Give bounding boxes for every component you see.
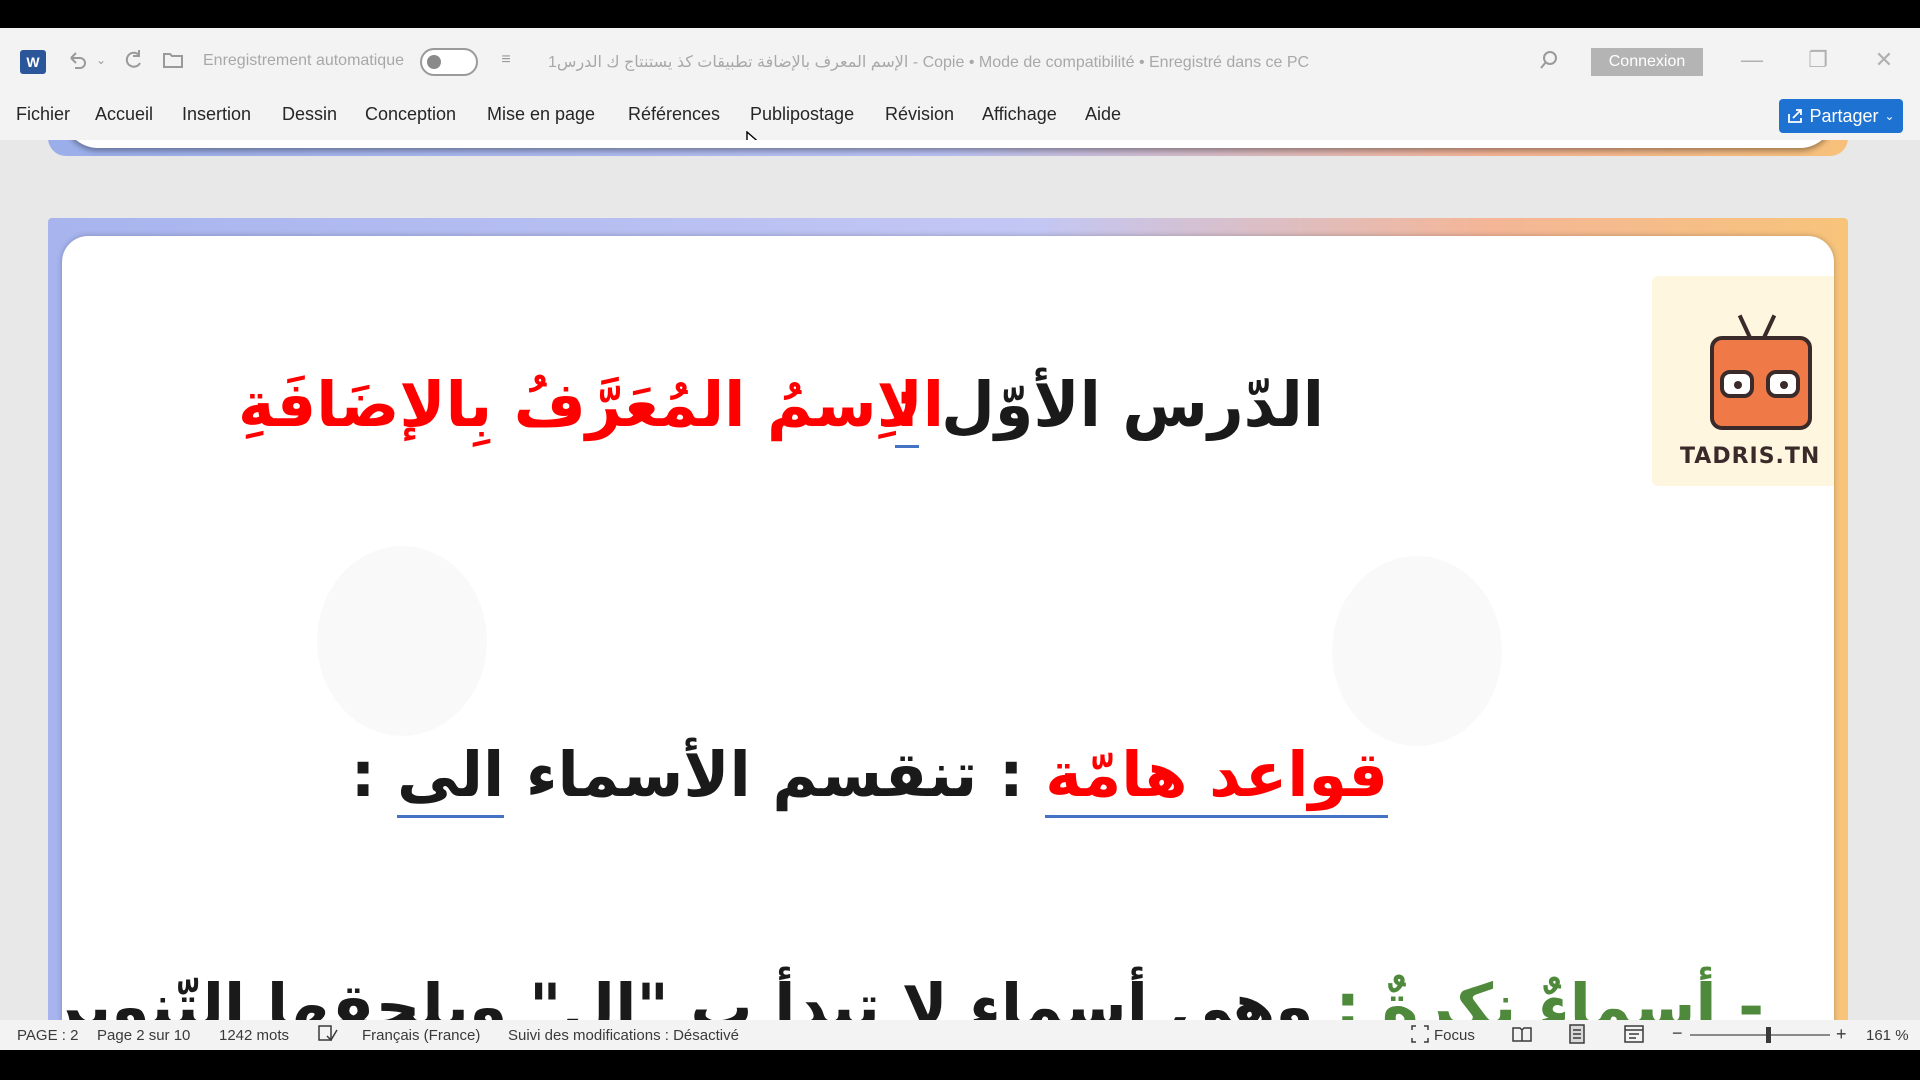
- definition-rest: ويلحقها التّنوين في: [62, 970, 508, 1021]
- tab-insertion[interactable]: Insertion: [182, 104, 251, 125]
- minimize-icon[interactable]: —: [1729, 44, 1775, 76]
- chevron-down-icon[interactable]: ⌄: [1884, 109, 1894, 123]
- al-quote: "ال": [529, 970, 669, 1020]
- restore-icon[interactable]: ❐: [1795, 44, 1841, 76]
- logo-eye: [1720, 370, 1754, 398]
- autosave-label: Enregistrement automatique: [203, 52, 404, 69]
- share-icon: [1788, 109, 1803, 123]
- close-icon[interactable]: ✕: [1861, 44, 1907, 76]
- web-layout-icon[interactable]: [1624, 1025, 1644, 1047]
- rules-to: الى: [396, 738, 505, 818]
- rules-colon-end: :: [350, 738, 376, 811]
- watermark-shape: [1332, 556, 1502, 746]
- search-icon[interactable]: [1536, 48, 1562, 72]
- title-bar: W ⌄ Enregistrement automatique ≡ الإسم ا…: [0, 28, 1920, 94]
- status-bar: PAGE : 2 Page 2 sur 10 1242 mots Françai…: [0, 1020, 1920, 1050]
- autosave-toggle[interactable]: [420, 48, 478, 76]
- page-count[interactable]: Page 2 sur 10: [97, 1027, 190, 1044]
- logo-tv-icon: [1710, 336, 1812, 430]
- lesson-title: الاِسمُ المُعَرَّفُ بِالإضَافَةِ: [238, 368, 944, 441]
- focus-icon[interactable]: [1411, 1025, 1429, 1047]
- tab-publipostage[interactable]: Publipostage: [750, 104, 854, 125]
- word-window: W ⌄ Enregistrement automatique ≡ الإسم ا…: [0, 28, 1920, 1050]
- rules-colon: :: [998, 738, 1024, 811]
- tab-dessin[interactable]: Dessin: [282, 104, 337, 125]
- lesson-prefix: الدّرس الأوّل: [941, 368, 1324, 441]
- document-title: الإسم المعرف بالإضافة تطبيقات كذ يستنتاج…: [548, 54, 1310, 71]
- share-label: Partager: [1809, 105, 1879, 126]
- tab-affichage[interactable]: Affichage: [982, 104, 1057, 125]
- tab-conception[interactable]: Conception: [365, 104, 456, 125]
- logo-text: TADRIS.TN: [1680, 444, 1821, 469]
- customize-toolbar-icon[interactable]: ≡: [496, 48, 516, 72]
- zoom-slider-thumb[interactable]: [1766, 1027, 1771, 1043]
- zoom-in-button[interactable]: +: [1836, 1024, 1847, 1045]
- tab-mise-en-page[interactable]: Mise en page: [487, 104, 595, 125]
- page-field[interactable]: PAGE : 2: [17, 1027, 78, 1044]
- slide-card[interactable]: TADRIS.TN الدّرس الأوّل : الاِسمُ المُعَ…: [62, 236, 1834, 1020]
- zoom-out-button[interactable]: −: [1672, 1023, 1683, 1044]
- read-mode-icon[interactable]: [1512, 1025, 1532, 1047]
- previous-slide-card: [64, 140, 1834, 148]
- share-button[interactable]: Partager ⌄: [1779, 99, 1903, 133]
- undo-icon[interactable]: [64, 48, 90, 72]
- language-status[interactable]: Français (France): [362, 1027, 480, 1044]
- print-layout-icon[interactable]: [1568, 1024, 1586, 1048]
- word-icon[interactable]: W: [20, 50, 46, 74]
- lesson-heading: الدّرس الأوّل :: [894, 368, 1324, 448]
- undo-dropdown-icon[interactable]: ⌄: [94, 48, 108, 72]
- indefinite-label: أسماءٌ نكرةٌ: [1381, 970, 1717, 1020]
- rules-line: قواعد هامّة : تنقسم الأسماء الى :: [351, 738, 1388, 818]
- definition-text: وهي أسماء لا تبدأ ب: [690, 970, 1314, 1021]
- tab-revision[interactable]: Révision: [885, 104, 954, 125]
- rules-text: تنقسم الأسماء: [525, 738, 978, 811]
- bullet-dash: -: [1738, 970, 1764, 1021]
- zoom-level[interactable]: 161 %: [1866, 1027, 1909, 1044]
- focus-label[interactable]: Focus: [1434, 1027, 1475, 1044]
- document-canvas[interactable]: TADRIS.TN الدّرس الأوّل : الاِسمُ المُعَ…: [0, 140, 1920, 1020]
- zoom-slider[interactable]: [1690, 1034, 1830, 1036]
- word-count[interactable]: 1242 mots: [219, 1027, 289, 1044]
- watermark-shape: [317, 546, 487, 736]
- tab-accueil[interactable]: Accueil: [95, 104, 153, 125]
- tab-aide[interactable]: Aide: [1085, 104, 1121, 125]
- open-folder-icon[interactable]: [160, 48, 186, 72]
- sign-in-button[interactable]: Connexion: [1591, 48, 1703, 76]
- tab-references[interactable]: Références: [628, 104, 720, 125]
- rules-label: قواعد هامّة: [1045, 738, 1388, 818]
- track-changes-status[interactable]: Suivi des modifications : Désactivé: [508, 1027, 739, 1044]
- tab-fichier[interactable]: Fichier: [16, 104, 70, 125]
- indefinite-colon: :: [1335, 970, 1361, 1020]
- indefinite-line: - أسماءٌ نكرةٌ : وهي أسماء لا تبدأ ب "ال…: [62, 970, 1764, 1020]
- ribbon-tabs: Fichier Accueil Insertion Dessin Concept…: [0, 98, 1920, 138]
- tadris-logo: TADRIS.TN: [1652, 276, 1834, 486]
- redo-icon[interactable]: [120, 48, 146, 72]
- proofing-icon[interactable]: [318, 1025, 338, 1047]
- logo-eye: [1766, 370, 1800, 398]
